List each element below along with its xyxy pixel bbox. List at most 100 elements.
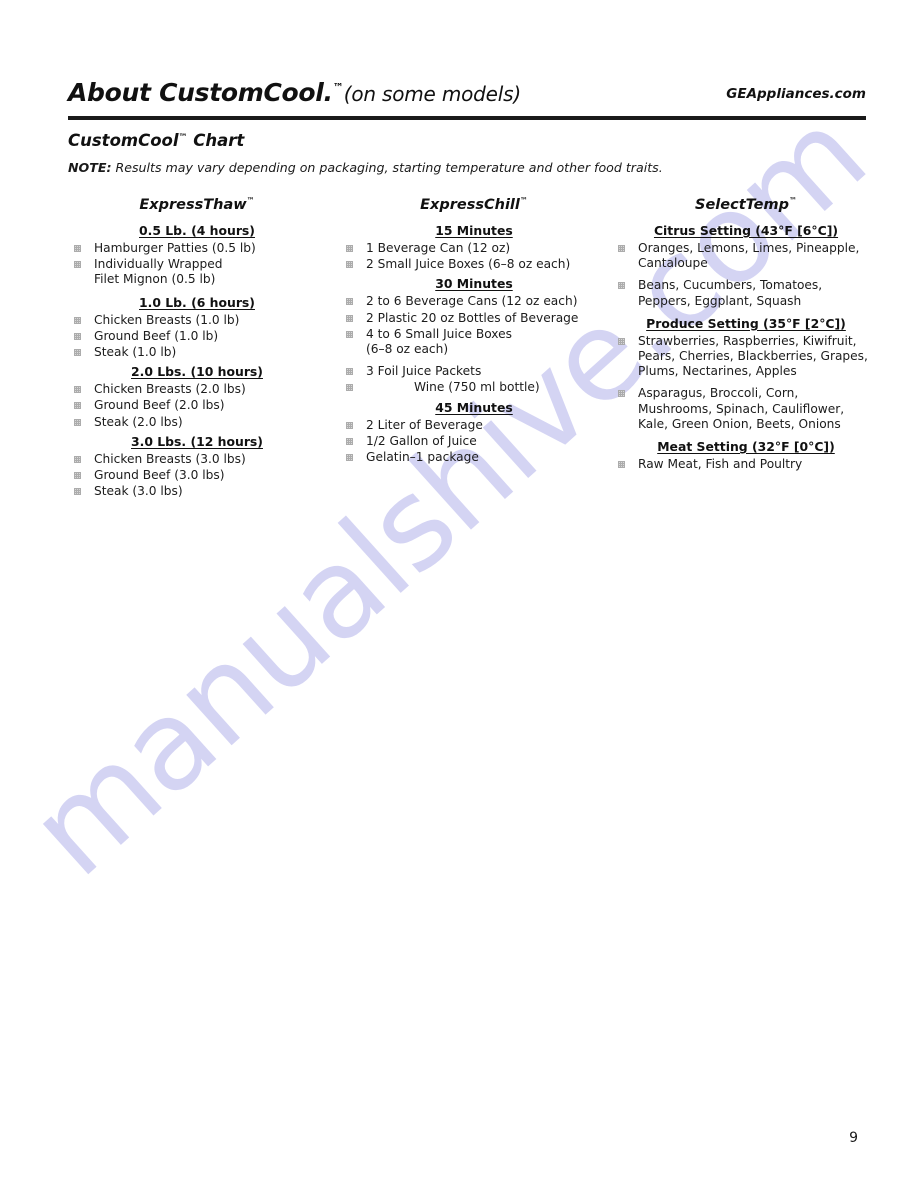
list-item: Asparagus, Broccoli, Corn, Mushrooms, Spi… — [612, 386, 880, 432]
group-heading: Meat Setting (32°F [0°C]) — [612, 439, 880, 454]
list-item: Steak (3.0 lbs) — [68, 484, 326, 499]
list-item: Wine (750 ml bottle) — [340, 380, 608, 395]
list-item-text: 4 to 6 Small Juice Boxes (6–8 oz each) — [366, 326, 512, 357]
group-heading: 30 Minutes — [340, 276, 608, 291]
list-item-text: Chicken Breasts (3.0 lbs) — [94, 451, 246, 466]
column-title-text: ExpressThaw — [139, 197, 247, 213]
group-heading-text: 0.5 Lb. (4 hours) — [139, 223, 255, 238]
list-item-text: Hamburger Patties (0.5 lb) — [94, 241, 256, 255]
list-bullet-icon — [346, 437, 353, 445]
list-item: Gelatin–1 package — [340, 450, 608, 465]
group-heading-text: 1.0 Lb. (6 hours) — [139, 294, 255, 310]
list-bullet-icon — [74, 418, 81, 426]
list-bullet-icon — [74, 349, 81, 357]
column-title-text: ExpressChill — [420, 197, 520, 213]
page-content: About CustomCool.™(on some models) GEApp… — [0, 0, 918, 1188]
group-heading-text: Meat Setting (32°F [0°C]) — [657, 439, 835, 455]
list-item-text: Ground Beef (2.0 lbs) — [94, 398, 225, 413]
list-bullet-icon — [346, 261, 353, 269]
chart-heading-main: CustomCool — [68, 131, 179, 150]
column-selecttemp: SelectTemp™ Citrus Setting (43°F [6°C]) Or… — [612, 192, 880, 473]
group-heading: 3.0 Lbs. (12 hours) — [68, 434, 326, 449]
list-item: Chicken Breasts (3.0 lbs) — [68, 452, 326, 467]
list-item-text: Raw Meat, Fish and Poultry — [638, 457, 803, 472]
list-item-text: Steak (3.0 lbs) — [94, 484, 183, 499]
list-bullet-icon — [74, 472, 81, 480]
list-bullet-icon — [346, 298, 353, 306]
list-bullet-icon — [74, 261, 81, 269]
group-item-list: Raw Meat, Fish and Poultry — [612, 457, 880, 472]
list-item: Chicken Breasts (1.0 lb) — [68, 313, 326, 328]
trademark-icon: ™ — [246, 196, 255, 205]
list-item-text: Ground Beef (3.0 lbs) — [94, 468, 225, 483]
list-bullet-icon — [618, 337, 625, 345]
trademark-icon: ™ — [519, 196, 528, 205]
list-bullet-icon — [74, 245, 81, 252]
list-item-text: 1/2 Gallon of Juice — [366, 433, 477, 448]
column-title-expressthaw: ExpressThaw™ — [68, 192, 326, 214]
list-bullet-icon — [346, 314, 353, 322]
group-heading-text: 15 Minutes — [435, 223, 513, 238]
list-bullet-icon — [618, 390, 625, 398]
list-item: Oranges, Lemons, Limes, Pineapple, Cantal… — [612, 241, 880, 271]
column-title-expresschill: ExpressChill™ — [340, 192, 608, 214]
list-item: 2 Plastic 20 oz Bottles of Beverage — [340, 311, 608, 326]
page-title-main: About CustomCool. — [68, 78, 333, 107]
trademark-icon: ™ — [332, 81, 344, 94]
group-heading: 45 Minutes — [340, 400, 608, 415]
chart-note: NOTE: Results may vary depending on pack… — [68, 160, 663, 175]
list-bullet-icon — [346, 245, 353, 252]
list-item-text: 3 Foil Juice Packets — [366, 364, 482, 379]
group-heading: Produce Setting (35°F [2°C]) — [612, 316, 880, 331]
list-item: Beans, Cucumbers, Tomatoes, Peppers, Eggp… — [612, 278, 880, 308]
list-bullet-icon — [618, 282, 625, 290]
list-item: Individually Wrapped Filet Mignon (0.5 lb… — [68, 257, 326, 287]
list-item: Chicken Breasts (2.0 lbs) — [68, 382, 326, 397]
list-item: Hamburger Patties (0.5 lb) — [68, 241, 326, 256]
group-item-list: Chicken Breasts (2.0 lbs) Ground Beef (2.… — [68, 382, 326, 430]
list-bullet-icon — [346, 368, 353, 376]
list-item-text: Ground Beef (1.0 lb) — [94, 328, 219, 343]
list-item: Steak (2.0 lbs) — [68, 415, 326, 430]
chart-note-label: NOTE: — [68, 160, 112, 175]
group-item-list: Chicken Breasts (3.0 lbs) Ground Beef (3.… — [68, 452, 326, 500]
group-heading-text: 45 Minutes — [435, 399, 513, 415]
group-heading: 15 Minutes — [340, 223, 608, 238]
list-bullet-icon — [74, 402, 81, 410]
list-item: 2 Liter of Beverage — [340, 418, 608, 433]
group-heading-text: 2.0 Lbs. (10 hours) — [131, 364, 263, 380]
list-item-text: Oranges, Lemons, Limes, Pineapple, Cantal… — [638, 241, 860, 271]
list-item: Ground Beef (2.0 lbs) — [68, 398, 326, 413]
group-heading-text: 3.0 Lbs. (12 hours) — [131, 433, 263, 449]
group-heading: Citrus Setting (43°F [6°C]) — [612, 223, 880, 238]
group-item-list: 2 to 6 Beverage Cans (12 oz each) 2 Plast… — [340, 294, 608, 395]
list-item-text: Individually Wrapped Filet Mignon (0.5 lb… — [94, 257, 223, 287]
list-bullet-icon — [74, 316, 81, 324]
manual-page: manualshive.com About CustomCool.™(on so… — [0, 0, 918, 1188]
list-item: Ground Beef (1.0 lb) — [68, 329, 326, 344]
list-bullet-icon — [346, 454, 353, 462]
list-bullet-icon — [346, 330, 353, 338]
list-item-text: Strawberries, Raspberries, Kiwifruit, Pea… — [638, 333, 868, 379]
list-bullet-icon — [346, 421, 353, 429]
list-bullet-icon — [618, 245, 625, 252]
list-item-text: Gelatin–1 package — [366, 450, 479, 465]
column-title-selecttemp: SelectTemp™ — [612, 192, 880, 214]
group-heading: 0.5 Lb. (4 hours) — [68, 223, 326, 238]
chart-note-text: Results may vary depending on packaging,… — [111, 160, 663, 175]
group-item-list: 1 Beverage Can (12 oz) 2 Small Juice Boxe… — [340, 241, 608, 272]
header-divider — [68, 116, 866, 120]
brand-website-link[interactable]: GEAppliances.com — [726, 86, 866, 102]
chart-heading: CustomCool™ Chart — [68, 131, 244, 150]
page-title: About CustomCool.™(on some models) — [68, 78, 521, 107]
group-item-list: Strawberries, Raspberries, Kiwifruit, Pea… — [612, 334, 880, 432]
list-bullet-icon — [618, 461, 625, 469]
chart-heading-suffix: Chart — [187, 131, 245, 150]
list-item-text: Beans, Cucumbers, Tomatoes, Peppers, Eggp… — [638, 278, 823, 308]
list-item-text: 2 Plastic 20 oz Bottles of Beverage — [366, 310, 579, 325]
list-item: 1/2 Gallon of Juice — [340, 434, 608, 449]
list-item: Raw Meat, Fish and Poultry — [612, 457, 880, 472]
list-bullet-icon — [74, 488, 81, 496]
group-item-list: Hamburger Patties (0.5 lb) Individually W… — [68, 241, 326, 288]
list-item-text: Chicken Breasts (1.0 lb) — [94, 312, 240, 327]
